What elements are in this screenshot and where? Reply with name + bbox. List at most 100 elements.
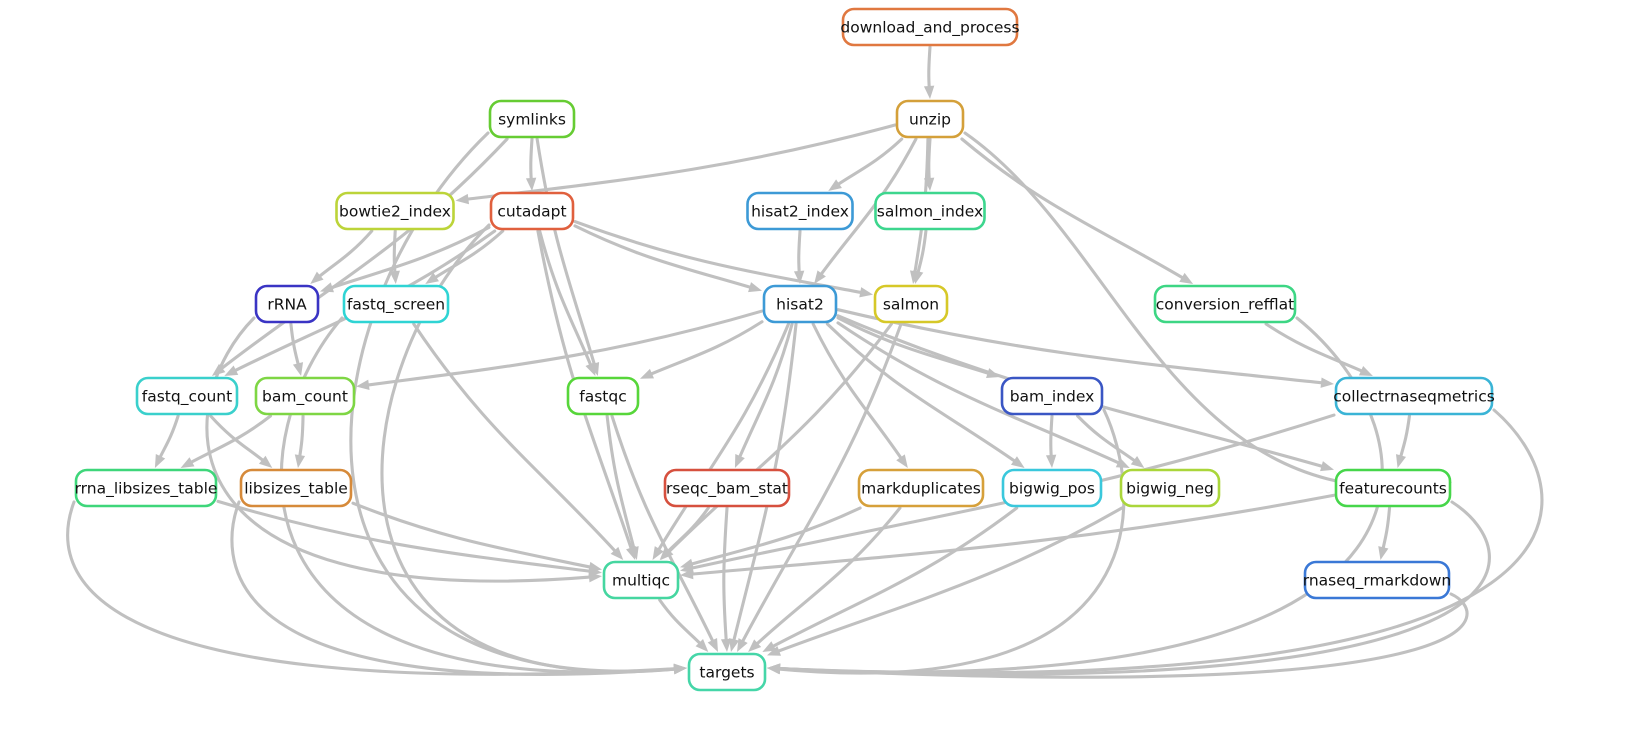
- dag-node-libsizes_table[interactable]: libsizes_table: [239, 468, 353, 508]
- dag-node-bam_count[interactable]: bam_count: [254, 376, 356, 416]
- dag-node-fastqc[interactable]: fastqc: [566, 376, 640, 416]
- dag-node-hisat2_index[interactable]: hisat2_index: [746, 191, 854, 231]
- dag-node-markduplicates[interactable]: markduplicates: [857, 468, 985, 508]
- dag-node-rnaseq_rmarkdown[interactable]: rnaseq_rmarkdown: [1303, 560, 1452, 600]
- dag-edge-arrowhead: [585, 362, 596, 376]
- dag-edge: [655, 322, 791, 554]
- dag-node-symlinks[interactable]: symlinks: [488, 99, 576, 139]
- dag-edge-arrowhead: [640, 368, 654, 379]
- dag-edge-arrowhead: [1045, 454, 1057, 468]
- dag-node-collectrnaseqmetrics[interactable]: collectrnaseqmetrics: [1333, 376, 1495, 416]
- dag-edge-arrowhead: [828, 179, 842, 191]
- dag-edge: [736, 322, 794, 462]
- node-outline: [687, 652, 767, 692]
- node-outline: [566, 376, 640, 416]
- node-outline: [1001, 468, 1103, 508]
- dag-node-bam_index[interactable]: bam_index: [1000, 376, 1104, 416]
- dag-edge: [927, 45, 932, 92]
- dag-edge: [289, 322, 301, 369]
- node-outline: [762, 284, 838, 324]
- dag-edge: [297, 414, 305, 461]
- node-outline: [1119, 468, 1221, 508]
- dag-edge: [797, 229, 802, 277]
- dag-node-hisat2[interactable]: hisat2: [762, 284, 838, 324]
- node-outline: [746, 191, 854, 231]
- dag-node-salmon_index[interactable]: salmon_index: [874, 191, 986, 231]
- dag-node-fastq_screen[interactable]: fastq_screen: [342, 284, 450, 324]
- dag-node-rRNA[interactable]: rRNA: [254, 284, 320, 324]
- node-outline: [1000, 376, 1104, 416]
- dag-edge-arrowhead: [320, 282, 334, 293]
- dag-node-targets[interactable]: targets: [687, 652, 767, 692]
- dag-edge: [157, 414, 180, 462]
- dag-edge: [774, 408, 1544, 675]
- dag-edge-arrowhead: [1358, 365, 1373, 376]
- dag-node-unzip[interactable]: unzip: [895, 99, 965, 139]
- dag-node-bigwig_pos[interactable]: bigwig_pos: [1001, 468, 1103, 508]
- dag-edge-arrowhead: [896, 454, 908, 468]
- node-outline: [254, 284, 320, 324]
- node-outline: [488, 99, 576, 139]
- node-outline: [857, 468, 985, 508]
- dag-edge: [610, 414, 716, 646]
- node-outline: [895, 99, 965, 139]
- dag-edge-arrowhead: [588, 561, 602, 573]
- dag-edge: [960, 137, 1187, 281]
- dag-node-bigwig_neg[interactable]: bigwig_neg: [1119, 468, 1221, 508]
- dag-edge-arrowhead: [292, 362, 304, 376]
- dag-edge-arrowhead: [859, 287, 873, 298]
- dag-edge-arrowhead: [1320, 461, 1334, 472]
- dag-edge: [1264, 322, 1367, 374]
- dag-node-fastq_count[interactable]: fastq_count: [135, 376, 239, 416]
- dag-node-multiqc[interactable]: multiqc: [602, 560, 680, 600]
- node-outline: [135, 376, 239, 416]
- dag-edge: [687, 506, 862, 567]
- dag-node-featurecounts[interactable]: featurecounts: [1334, 468, 1452, 508]
- dag-node-rseqc_bam_stat[interactable]: rseqc_bam_stat: [663, 468, 791, 508]
- dag-node-bowtie2_index[interactable]: bowtie2_index: [335, 191, 455, 231]
- dag-node-conversion_refflat[interactable]: conversion_refflat: [1153, 284, 1297, 324]
- dag-edge-arrowhead: [734, 454, 745, 468]
- dag-edge: [529, 137, 534, 184]
- dag-edge-arrowhead: [154, 454, 166, 468]
- dag-node-download_and_process[interactable]: download_and_process: [840, 7, 1020, 47]
- node-outline: [239, 468, 353, 508]
- dag-node-cutadapt[interactable]: cutadapt: [489, 191, 575, 231]
- node-outline: [254, 376, 356, 416]
- dag-edge: [1398, 414, 1411, 461]
- dag-edge-arrowhead: [680, 558, 694, 569]
- node-outline: [1334, 468, 1452, 508]
- dag-edge-arrowhead: [294, 454, 306, 468]
- dag-edge: [664, 506, 710, 556]
- dag-edge: [1076, 414, 1139, 465]
- node-outline: [1153, 284, 1297, 324]
- dag-edge-arrowhead: [923, 85, 935, 99]
- dag-edge-arrowhead: [356, 379, 370, 390]
- dag-edge-arrowhead: [1395, 454, 1407, 468]
- node-outline: [1303, 560, 1451, 600]
- dag-edge: [605, 414, 637, 553]
- dag-edge-arrowhead: [1320, 377, 1334, 388]
- dag-edge: [1049, 414, 1054, 461]
- node-outline: [874, 191, 986, 231]
- node-outline: [74, 468, 218, 508]
- workflow-dag-canvas: download_and_process symlinks unzip bowtie2…: [0, 0, 1633, 731]
- dag-edge: [722, 506, 729, 645]
- node-outline: [342, 284, 450, 324]
- dag-edge-arrowhead: [389, 270, 400, 284]
- dag-edge-arrowhead: [767, 663, 781, 674]
- dag-edge: [773, 506, 1124, 654]
- node-outline: [873, 284, 949, 324]
- dag-edge: [315, 229, 374, 280]
- node-outline: [1334, 376, 1494, 416]
- dag-node-salmon[interactable]: salmon: [873, 284, 949, 324]
- dag-svg: download_and_process symlinks unzip bowtie2…: [66, 7, 1544, 692]
- node-outline: [489, 191, 575, 231]
- dag-edge-arrowhead: [455, 193, 470, 205]
- dag-edge: [573, 220, 866, 295]
- dag-edge-arrowhead: [525, 177, 537, 191]
- dag-edge: [646, 320, 764, 377]
- dag-node-rrna_libsizes_table[interactable]: rrna_libsizes_table: [74, 468, 218, 508]
- node-outline: [841, 7, 1019, 47]
- dag-edge-arrowhead: [707, 638, 719, 652]
